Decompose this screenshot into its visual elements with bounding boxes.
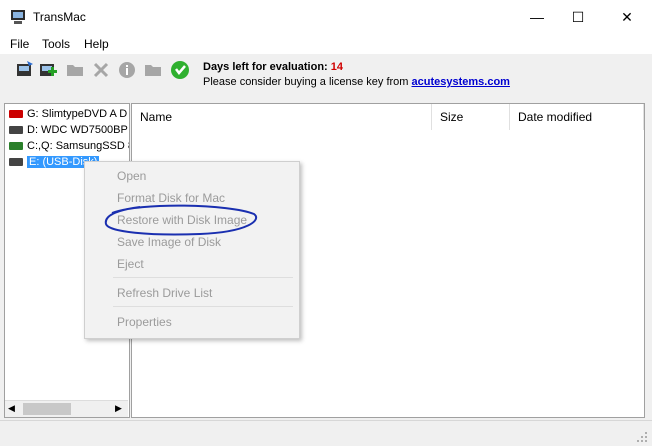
title-bar: TransMac — ☐ ✕ — [0, 0, 652, 34]
column-date-modified[interactable]: Date modified — [510, 104, 644, 130]
context-menu: Open Format Disk for Mac Restore with Di… — [84, 161, 300, 339]
drive-label: D: WDC WD7500BP — [27, 124, 128, 136]
scroll-left-arrow-icon[interactable]: ◀ — [8, 403, 15, 414]
menu-help[interactable]: Help — [84, 37, 109, 51]
scroll-right-arrow-icon[interactable]: ▶ — [115, 403, 122, 414]
usb-disk-icon — [9, 158, 23, 167]
status-bar — [0, 420, 652, 446]
drive-label: C:,Q: SamsungSSD 8 — [27, 140, 130, 152]
evaluation-days: Days left for evaluation: 14 — [203, 61, 343, 73]
evaluation-message-text: Please consider buying a license key fro… — [203, 76, 409, 88]
close-button[interactable]: ✕ — [604, 0, 650, 34]
drive-label: G: SlimtypeDVD A D — [27, 108, 128, 120]
evaluation-label: Days left for evaluation: — [203, 61, 328, 73]
maximize-button[interactable]: ☐ — [555, 0, 601, 34]
drive-item-d[interactable]: D: WDC WD7500BP — [9, 124, 128, 140]
minimize-button[interactable]: — — [514, 0, 560, 34]
context-refresh-drive-list[interactable]: Refresh Drive List — [117, 286, 212, 300]
resize-grip-icon[interactable] — [636, 431, 648, 443]
menu-tools[interactable]: Tools — [42, 37, 70, 51]
dvd-drive-icon — [9, 110, 23, 119]
evaluation-days-count: 14 — [330, 61, 344, 73]
add-disk-icon[interactable] — [38, 60, 58, 80]
context-restore-with-disk-image[interactable]: Restore with Disk Image — [117, 213, 247, 227]
context-save-image-of-disk[interactable]: Save Image of Disk — [117, 235, 221, 249]
context-separator — [113, 277, 293, 278]
ssd-drive-icon — [9, 142, 23, 151]
folder-icon[interactable] — [65, 60, 85, 80]
context-open[interactable]: Open — [117, 169, 146, 183]
acutesystems-link[interactable]: acutesystems.com — [412, 76, 510, 88]
open-disk-icon[interactable] — [15, 60, 35, 80]
folder2-icon[interactable] — [143, 60, 163, 80]
context-eject[interactable]: Eject — [117, 257, 144, 271]
info-icon[interactable] — [117, 60, 137, 80]
context-format-disk-for-mac[interactable]: Format Disk for Mac — [117, 191, 225, 205]
horizontal-scrollbar[interactable]: ◀ ▶ — [5, 400, 128, 417]
context-separator — [113, 306, 293, 307]
column-name[interactable]: Name — [132, 104, 432, 130]
drive-item-c[interactable]: C:,Q: SamsungSSD 8 — [9, 140, 130, 156]
window-title: TransMac — [33, 10, 86, 24]
context-properties[interactable]: Properties — [117, 315, 172, 329]
help-icon[interactable] — [170, 60, 190, 80]
drive-item-g[interactable]: G: SlimtypeDVD A D — [9, 108, 127, 124]
column-size[interactable]: Size — [432, 104, 510, 130]
menu-bar: File Tools Help — [0, 34, 652, 54]
hard-disk-icon — [9, 126, 23, 135]
evaluation-message: Please consider buying a license key fro… — [203, 76, 510, 88]
delete-icon[interactable] — [91, 60, 111, 80]
menu-file[interactable]: File — [10, 37, 29, 51]
transmac-app-icon — [11, 10, 25, 24]
scroll-thumb[interactable] — [23, 403, 71, 415]
